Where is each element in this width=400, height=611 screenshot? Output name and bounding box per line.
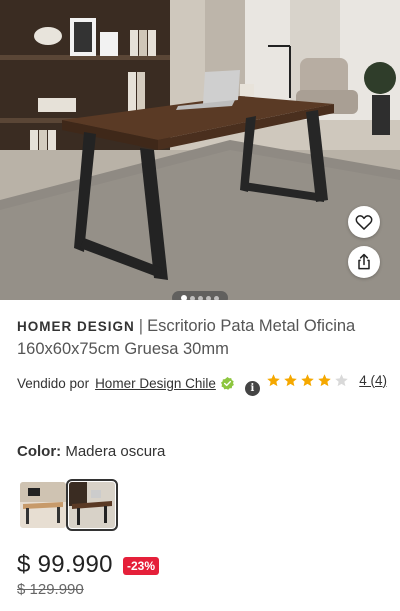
star-empty-icon — [335, 373, 348, 386]
color-option-light-wood[interactable] — [20, 482, 66, 528]
sold-by-label: Vendido por — [17, 375, 90, 391]
star-filled-icon — [267, 373, 280, 386]
color-selected-value: Madera oscura — [65, 443, 166, 460]
color-selector-label: Color: Madera oscura — [17, 443, 165, 460]
star-filled-icon — [301, 373, 314, 386]
share-icon — [358, 253, 370, 270]
color-label: Color: — [17, 443, 62, 460]
current-price: $ 99.990 — [17, 551, 113, 578]
image-pagination[interactable] — [172, 291, 228, 300]
review-count-link[interactable]: 4 (4) — [359, 373, 387, 388]
dark-wood-thumbnail — [69, 482, 115, 528]
pagination-dot[interactable] — [198, 295, 203, 300]
original-price: $ 129.990 — [17, 581, 84, 598]
heart-icon — [355, 215, 373, 230]
star-filled-icon — [318, 373, 331, 386]
star-filled-icon — [284, 373, 297, 386]
title-separator: | — [138, 317, 144, 335]
product-photo — [0, 0, 400, 300]
pagination-dot[interactable] — [181, 295, 187, 300]
light-wood-thumbnail — [20, 482, 66, 528]
product-image[interactable] — [0, 0, 400, 300]
pagination-dot[interactable] — [206, 295, 211, 300]
favorite-button[interactable] — [348, 206, 380, 238]
verified-badge-icon — [220, 376, 234, 390]
pagination-dot[interactable] — [190, 295, 195, 300]
share-button[interactable] — [348, 246, 380, 278]
brand-name[interactable]: HOMER DESIGN — [17, 319, 135, 334]
seller-link[interactable]: Homer Design Chile — [95, 376, 216, 391]
info-icon[interactable]: i — [244, 380, 260, 396]
pagination-dot[interactable] — [214, 295, 219, 300]
color-option-dark-wood[interactable] — [66, 479, 118, 531]
seller-row: Vendido por Homer Design Chile i 4 (4) — [17, 371, 387, 396]
discount-badge: -23% — [123, 557, 160, 575]
product-title: HOMER DESIGN | Escritorio Pata Metal Ofici… — [17, 315, 387, 361]
rating-stars[interactable] — [266, 373, 349, 388]
